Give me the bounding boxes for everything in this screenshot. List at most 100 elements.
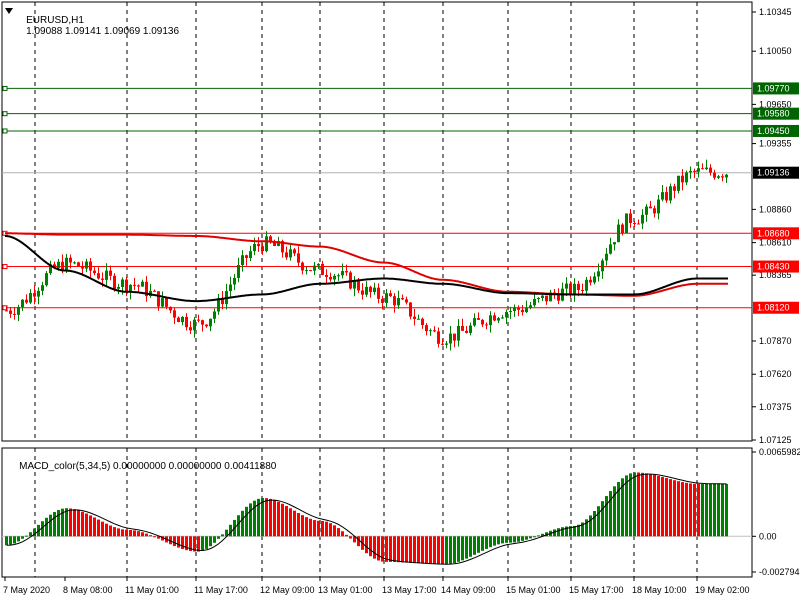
candle-body — [317, 263, 320, 266]
candle-body — [397, 298, 400, 306]
time-tick-label: 14 May 09:00 — [441, 585, 496, 595]
candle-body — [37, 290, 40, 297]
macd-histogram-bar — [681, 482, 684, 537]
candle-body — [189, 327, 192, 331]
candle-body — [169, 306, 172, 311]
macd-histogram-bar — [693, 483, 696, 537]
candle-body — [325, 274, 328, 277]
macd-histogram-bar — [657, 475, 660, 537]
macd-histogram-bar — [653, 474, 656, 537]
candle-body — [701, 168, 704, 170]
macd-histogram-bar — [277, 501, 280, 537]
chart-svg[interactable]: 1.103451.100501.096501.093551.088601.086… — [0, 0, 800, 600]
macd-histogram-bar — [333, 525, 336, 537]
current-price-label: 1.09136 — [757, 168, 790, 178]
candle-body — [677, 175, 680, 191]
macd-histogram-bar — [397, 536, 400, 563]
candle-body — [489, 315, 492, 326]
macd-histogram-bar — [709, 483, 712, 537]
candle-body — [545, 295, 548, 302]
time-tick-label: 11 May 17:00 — [194, 585, 248, 595]
macd-histogram-bar — [337, 528, 340, 537]
price-tick-label: 1.10050 — [759, 46, 792, 56]
macd-histogram-bar — [529, 536, 532, 539]
candle-body — [573, 283, 576, 295]
candle-body — [477, 318, 480, 320]
candle-body — [377, 287, 380, 299]
price-tick-label: 1.09355 — [759, 139, 792, 149]
candle-body — [133, 284, 136, 286]
macd-histogram-bar — [329, 523, 332, 537]
candle-body — [365, 286, 368, 295]
candle-body — [393, 296, 396, 306]
macd-histogram-bar — [261, 498, 264, 537]
candle-body — [441, 343, 444, 345]
macd-histogram-bar — [133, 530, 136, 537]
macd-panel-title: MACD_color(5,34,5) 0.00000000 0.00000000… — [8, 450, 276, 483]
macd-histogram-bar — [533, 536, 536, 538]
macd-histogram-bar — [217, 536, 220, 539]
macd-histogram-bar — [105, 523, 108, 537]
candle-body — [21, 299, 24, 307]
macd-histogram-bar — [117, 528, 120, 537]
macd-histogram-bar — [701, 483, 704, 537]
candle-body — [625, 213, 628, 234]
candle-body — [485, 324, 488, 326]
candle-body — [577, 283, 580, 290]
macd-histogram-bar — [173, 536, 176, 547]
macd-histogram-bar — [641, 472, 644, 537]
macd-histogram-bar — [717, 483, 720, 537]
candle-body — [665, 192, 668, 201]
candle-body — [305, 270, 308, 272]
candle-body — [637, 223, 640, 225]
candle-body — [405, 299, 408, 303]
macd-histogram-bar — [417, 536, 420, 564]
macd-histogram-bar — [249, 503, 252, 537]
candle-body — [173, 310, 176, 318]
macd-histogram-bar — [265, 498, 268, 537]
level-handle-icon[interactable] — [2, 264, 8, 270]
level-handle-icon[interactable] — [2, 111, 8, 117]
macd-histogram-bar — [69, 508, 72, 537]
candle-body — [529, 305, 532, 308]
candle-body — [205, 324, 208, 327]
candle-body — [41, 285, 44, 291]
macd-histogram-bar — [293, 510, 296, 537]
macd-histogram-bar — [201, 536, 204, 551]
candle-body — [525, 307, 528, 313]
macd-histogram-bar — [597, 506, 600, 537]
candle-body — [693, 170, 696, 172]
candle-body — [709, 167, 712, 173]
candle-body — [329, 276, 332, 280]
candle-body — [245, 255, 248, 259]
candle-body — [469, 325, 472, 333]
candle-body — [517, 307, 520, 310]
price-tick-label: 1.07125 — [759, 435, 792, 445]
level-handle-icon[interactable] — [2, 85, 8, 91]
candle-body — [29, 293, 32, 303]
macd-histogram-bar — [113, 527, 116, 537]
macd-histogram-bar — [437, 536, 440, 565]
candle-body — [293, 249, 296, 254]
level-handle-icon[interactable] — [2, 128, 8, 134]
price-level-label: 1.09580 — [757, 109, 790, 119]
macd-histogram-bar — [441, 536, 444, 565]
macd-histogram-bar — [409, 536, 412, 563]
candle-body — [413, 316, 416, 319]
candle-body — [161, 298, 164, 307]
candle-body — [433, 330, 436, 332]
chart-window[interactable]: 1.10345 1.10050 1.09650 1.09355 1.08860 1.086… — [0, 0, 800, 600]
macd-histogram-bar — [557, 528, 560, 537]
time-tick-label: 18 May 10:00 — [632, 585, 687, 595]
macd-histogram-bar — [53, 512, 56, 537]
macd-histogram-bar — [685, 482, 688, 537]
candle-body — [213, 311, 216, 319]
macd-histogram-bar — [469, 536, 472, 557]
macd-histogram-bar — [65, 508, 68, 537]
candle-body — [313, 265, 316, 271]
candle-body — [385, 293, 388, 303]
macd-histogram-bar — [141, 532, 144, 537]
macd-histogram-bar — [177, 536, 180, 548]
dropdown-triangle-icon[interactable] — [5, 8, 13, 14]
ohlc-label: 1.09088 1.09141 1.09069 1.09136 — [26, 26, 180, 37]
